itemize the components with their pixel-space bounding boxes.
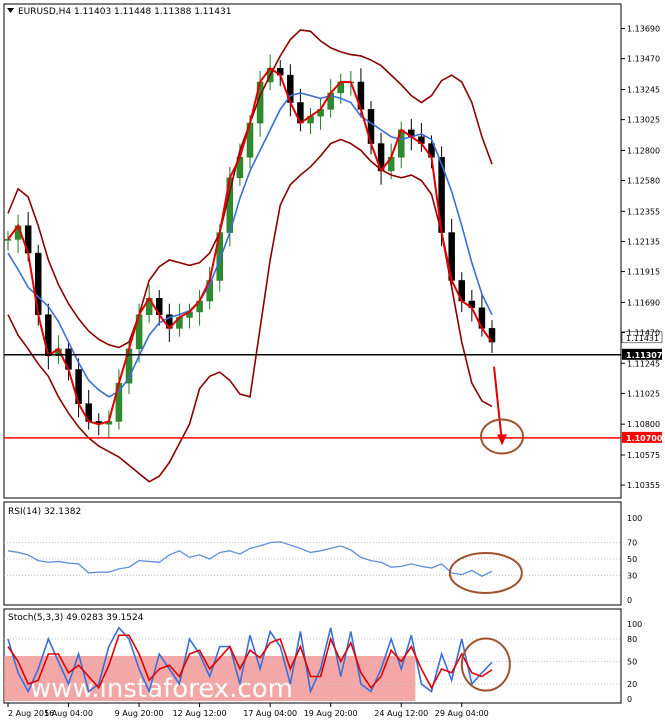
rsi-tick-label: 50 (627, 555, 637, 564)
price-tick-label: 1.13245 (627, 85, 660, 94)
rsi-panel-frame (3, 501, 622, 606)
price-tick-label: 1.11915 (627, 268, 660, 277)
chart-window: www.instaforex.com 1.11307 1.10700 1.11431… (0, 0, 665, 723)
price-candle-body (4, 239, 12, 241)
rsi-tick-label: 100 (627, 514, 642, 523)
time-tick-label: 17 Aug 04:00 (243, 709, 297, 718)
price-tick-label: 1.11470 (627, 328, 660, 337)
stoch-tick-label: 20 (627, 680, 637, 689)
stoch-tick-label: 50 (627, 658, 637, 667)
stoch-tick-label: 100 (627, 620, 642, 629)
price-tick-label: 1.11025 (627, 389, 660, 398)
rsi-tick-label: 30 (627, 571, 637, 580)
price-tick-label: 1.12580 (627, 177, 660, 186)
time-tick-label: 9 Aug 20:00 (115, 709, 164, 718)
trading-chart: www.instaforex.com 1.113071.107001.11431… (3, 3, 663, 718)
rsi-tick-label: 0 (627, 596, 632, 605)
time-tick-label: 29 Aug 04:00 (435, 709, 489, 718)
stoch-tick-label: 0 (627, 695, 632, 704)
horizontal-level-label: 1.10700 (626, 434, 663, 443)
price-tick-label: 1.10355 (627, 481, 660, 490)
stoch-tick-label: 80 (627, 635, 637, 644)
rsi-tick-label: 70 (627, 539, 637, 548)
price-tick-label: 1.10575 (627, 451, 660, 460)
price-tick-label: 1.13025 (627, 116, 660, 125)
price-tick-label: 1.10800 (627, 420, 660, 429)
time-tick-label: 19 Aug 20:00 (304, 709, 358, 718)
price-tick-label: 1.11690 (627, 298, 660, 307)
price-tick-label: 1.13690 (627, 25, 660, 34)
time-tick-label: 5 Aug 04:00 (44, 709, 93, 718)
time-tick-label: 12 Aug 12:00 (173, 709, 227, 718)
time-tick-label: 24 Aug 12:00 (374, 709, 428, 718)
price-tick-label: 1.12135 (627, 237, 660, 246)
price-panel-header: EURUSD,H4 1.11403 1.11448 1.11388 1.1143… (18, 7, 231, 17)
price-tick-label: 1.12800 (627, 146, 660, 155)
price-tick-label: 1.13470 (627, 55, 660, 64)
price-tick-label: 1.12355 (627, 207, 660, 216)
stoch-panel-header: Stoch(5,3,3) 49.0283 39.1524 (8, 613, 144, 623)
rsi-panel-header: RSI(14) 32.1382 (8, 507, 81, 517)
watermark-text: www.instaforex.com (30, 674, 293, 704)
price-tick-label: 1.11245 (627, 359, 660, 368)
